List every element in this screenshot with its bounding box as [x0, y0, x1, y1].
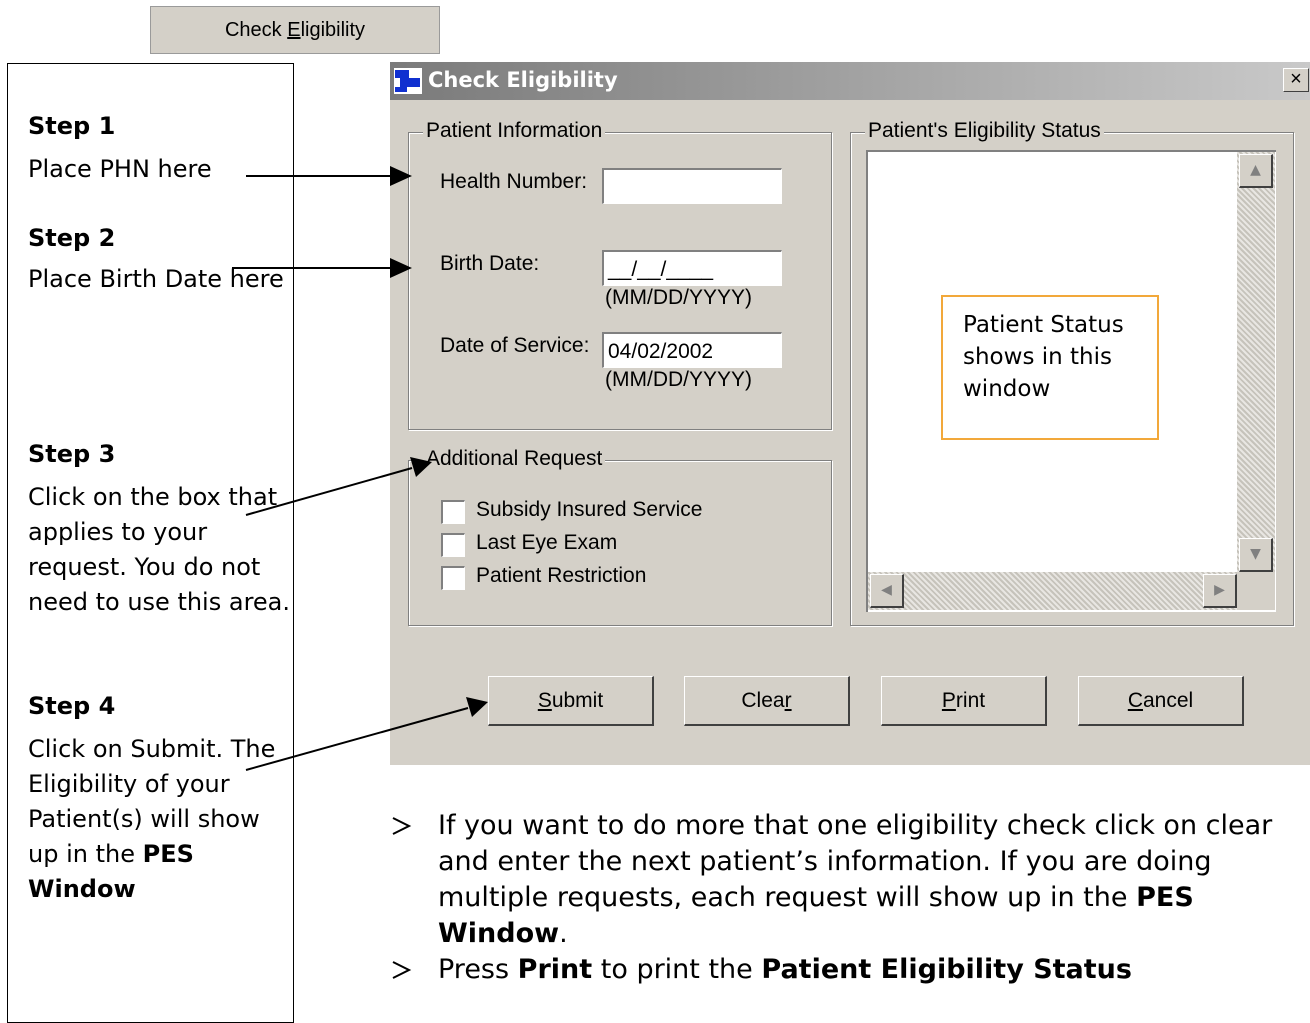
- step-3-text: Click on the box that applies to your re…: [28, 483, 291, 616]
- submit-button[interactable]: Submit: [488, 676, 654, 726]
- print-rest: rint: [955, 688, 986, 712]
- cancel-button[interactable]: Cancel: [1078, 676, 1244, 726]
- birth-date-label: Birth Date:: [440, 252, 540, 275]
- scroll-down-icon[interactable]: ▼: [1239, 538, 1273, 572]
- step-4-text: Click on Submit. The Eligibility of your…: [28, 732, 290, 907]
- birth-date-hint: (MM/DD/YYYY): [605, 286, 752, 309]
- additional-request-label: Additional Request: [423, 447, 606, 471]
- bullet-2-mid: to print the: [600, 954, 753, 985]
- subsidy-insured-service-label[interactable]: Subsidy Insured Service: [476, 498, 702, 522]
- step-2-title: Step 2: [28, 224, 116, 252]
- cancel-rest: ancel: [1142, 688, 1194, 712]
- step-2-text: Place Birth Date here: [28, 265, 284, 293]
- check-eligibility-label-key: E: [287, 18, 301, 41]
- bullet-item-2: Press Print to print the Patient Eligibi…: [386, 952, 1310, 992]
- dialog-title: Check Eligibility: [428, 68, 618, 92]
- step-4-title: Step 4: [28, 692, 116, 720]
- clear-button[interactable]: Clea r: [684, 676, 850, 726]
- vertical-scrollbar[interactable]: [1237, 152, 1275, 572]
- cancel-key: C: [1127, 688, 1143, 712]
- print-button[interactable]: Print: [881, 676, 1047, 726]
- subsidy-insured-service-checkbox[interactable]: [441, 500, 465, 524]
- horizontal-scrollbar[interactable]: [868, 572, 1237, 610]
- print-key: P: [941, 688, 956, 712]
- step-1-title: Step 1: [28, 112, 116, 140]
- bullet-2-pre: Press: [438, 954, 510, 985]
- scroll-corner: [1237, 572, 1275, 610]
- patient-restriction-label[interactable]: Patient Restriction: [476, 564, 646, 588]
- submit-rest: ubmit: [551, 688, 604, 712]
- last-eye-exam-label[interactable]: Last Eye Exam: [476, 531, 617, 555]
- scroll-up-icon[interactable]: ▲: [1239, 154, 1273, 188]
- bullet-2-bold-status: Patient Eligibility Status: [761, 954, 1132, 985]
- additional-request-group: Additional Request: [408, 447, 832, 626]
- bullet-item-1: If you want to do more that one eligibil…: [386, 808, 1310, 958]
- step-1-text: Place PHN here: [28, 155, 212, 183]
- step-3-title: Step 3: [28, 440, 116, 468]
- service-date-field[interactable]: 04/02/2002: [602, 332, 782, 368]
- health-number-label: Health Number:: [440, 170, 588, 193]
- service-date-label: Date of Service:: [440, 334, 590, 357]
- eligibility-status-label: Patient's Eligibility Status: [865, 119, 1104, 143]
- dialog-titlebar[interactable]: Check Eligibility ×: [390, 62, 1310, 100]
- patient-information-label: Patient Information: [423, 119, 606, 143]
- check-eligibility-dialog: Check Eligibility × Patient Information …: [390, 62, 1310, 765]
- last-eye-exam-checkbox[interactable]: [441, 533, 465, 557]
- submit-key: S: [537, 688, 552, 712]
- bullet-1-suffix: .: [559, 918, 568, 949]
- app-icon: [394, 68, 422, 94]
- bullet-2-bold-print: Print: [517, 954, 593, 985]
- clear-key: r: [784, 688, 792, 712]
- bullet-1-text: If you want to do more that one eligibil…: [438, 808, 1308, 952]
- check-eligibility-label-post: ligibility: [300, 18, 366, 41]
- instructions-panel: Step 1 Place PHN here Step 2 Place Birth…: [7, 63, 294, 1023]
- scroll-right-icon[interactable]: ▶: [1203, 574, 1237, 608]
- service-date-hint: (MM/DD/YYYY): [605, 368, 752, 391]
- bullet-2-text: Press Print to print the Patient Eligibi…: [438, 952, 1308, 988]
- arrowhead-bullet-icon: [392, 817, 412, 835]
- patient-restriction-checkbox[interactable]: [441, 566, 465, 590]
- clear-pre: Clea: [741, 688, 785, 712]
- status-note-callout: Patient Status shows in this window: [941, 295, 1159, 440]
- health-number-field[interactable]: [602, 168, 782, 204]
- scroll-left-icon[interactable]: ◀: [870, 574, 904, 608]
- check-eligibility-button[interactable]: Check Eligibility: [150, 6, 440, 54]
- check-eligibility-label-pre: Check: [224, 18, 288, 41]
- arrowhead-bullet-icon: [392, 961, 412, 979]
- close-icon[interactable]: ×: [1283, 68, 1309, 92]
- birth-date-field[interactable]: __/__/____: [602, 250, 782, 286]
